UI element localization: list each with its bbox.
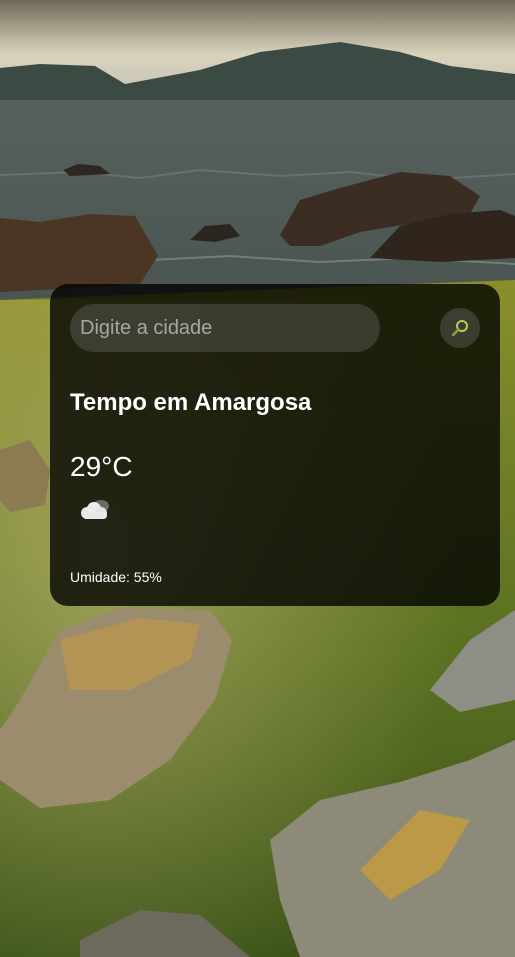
search-icon bbox=[451, 320, 468, 337]
search-button[interactable] bbox=[440, 308, 480, 348]
temperature: 29°C bbox=[70, 451, 133, 482]
city-search-input[interactable] bbox=[70, 304, 380, 352]
humidity-text: Umidade: 55% bbox=[70, 569, 162, 585]
search-bar bbox=[70, 304, 480, 352]
cloud-icon bbox=[81, 500, 109, 519]
weather-card: Tempo em Amargosa 29°C Umidade: 55% bbox=[50, 284, 500, 606]
city-title: Tempo em Amargosa bbox=[70, 389, 312, 416]
